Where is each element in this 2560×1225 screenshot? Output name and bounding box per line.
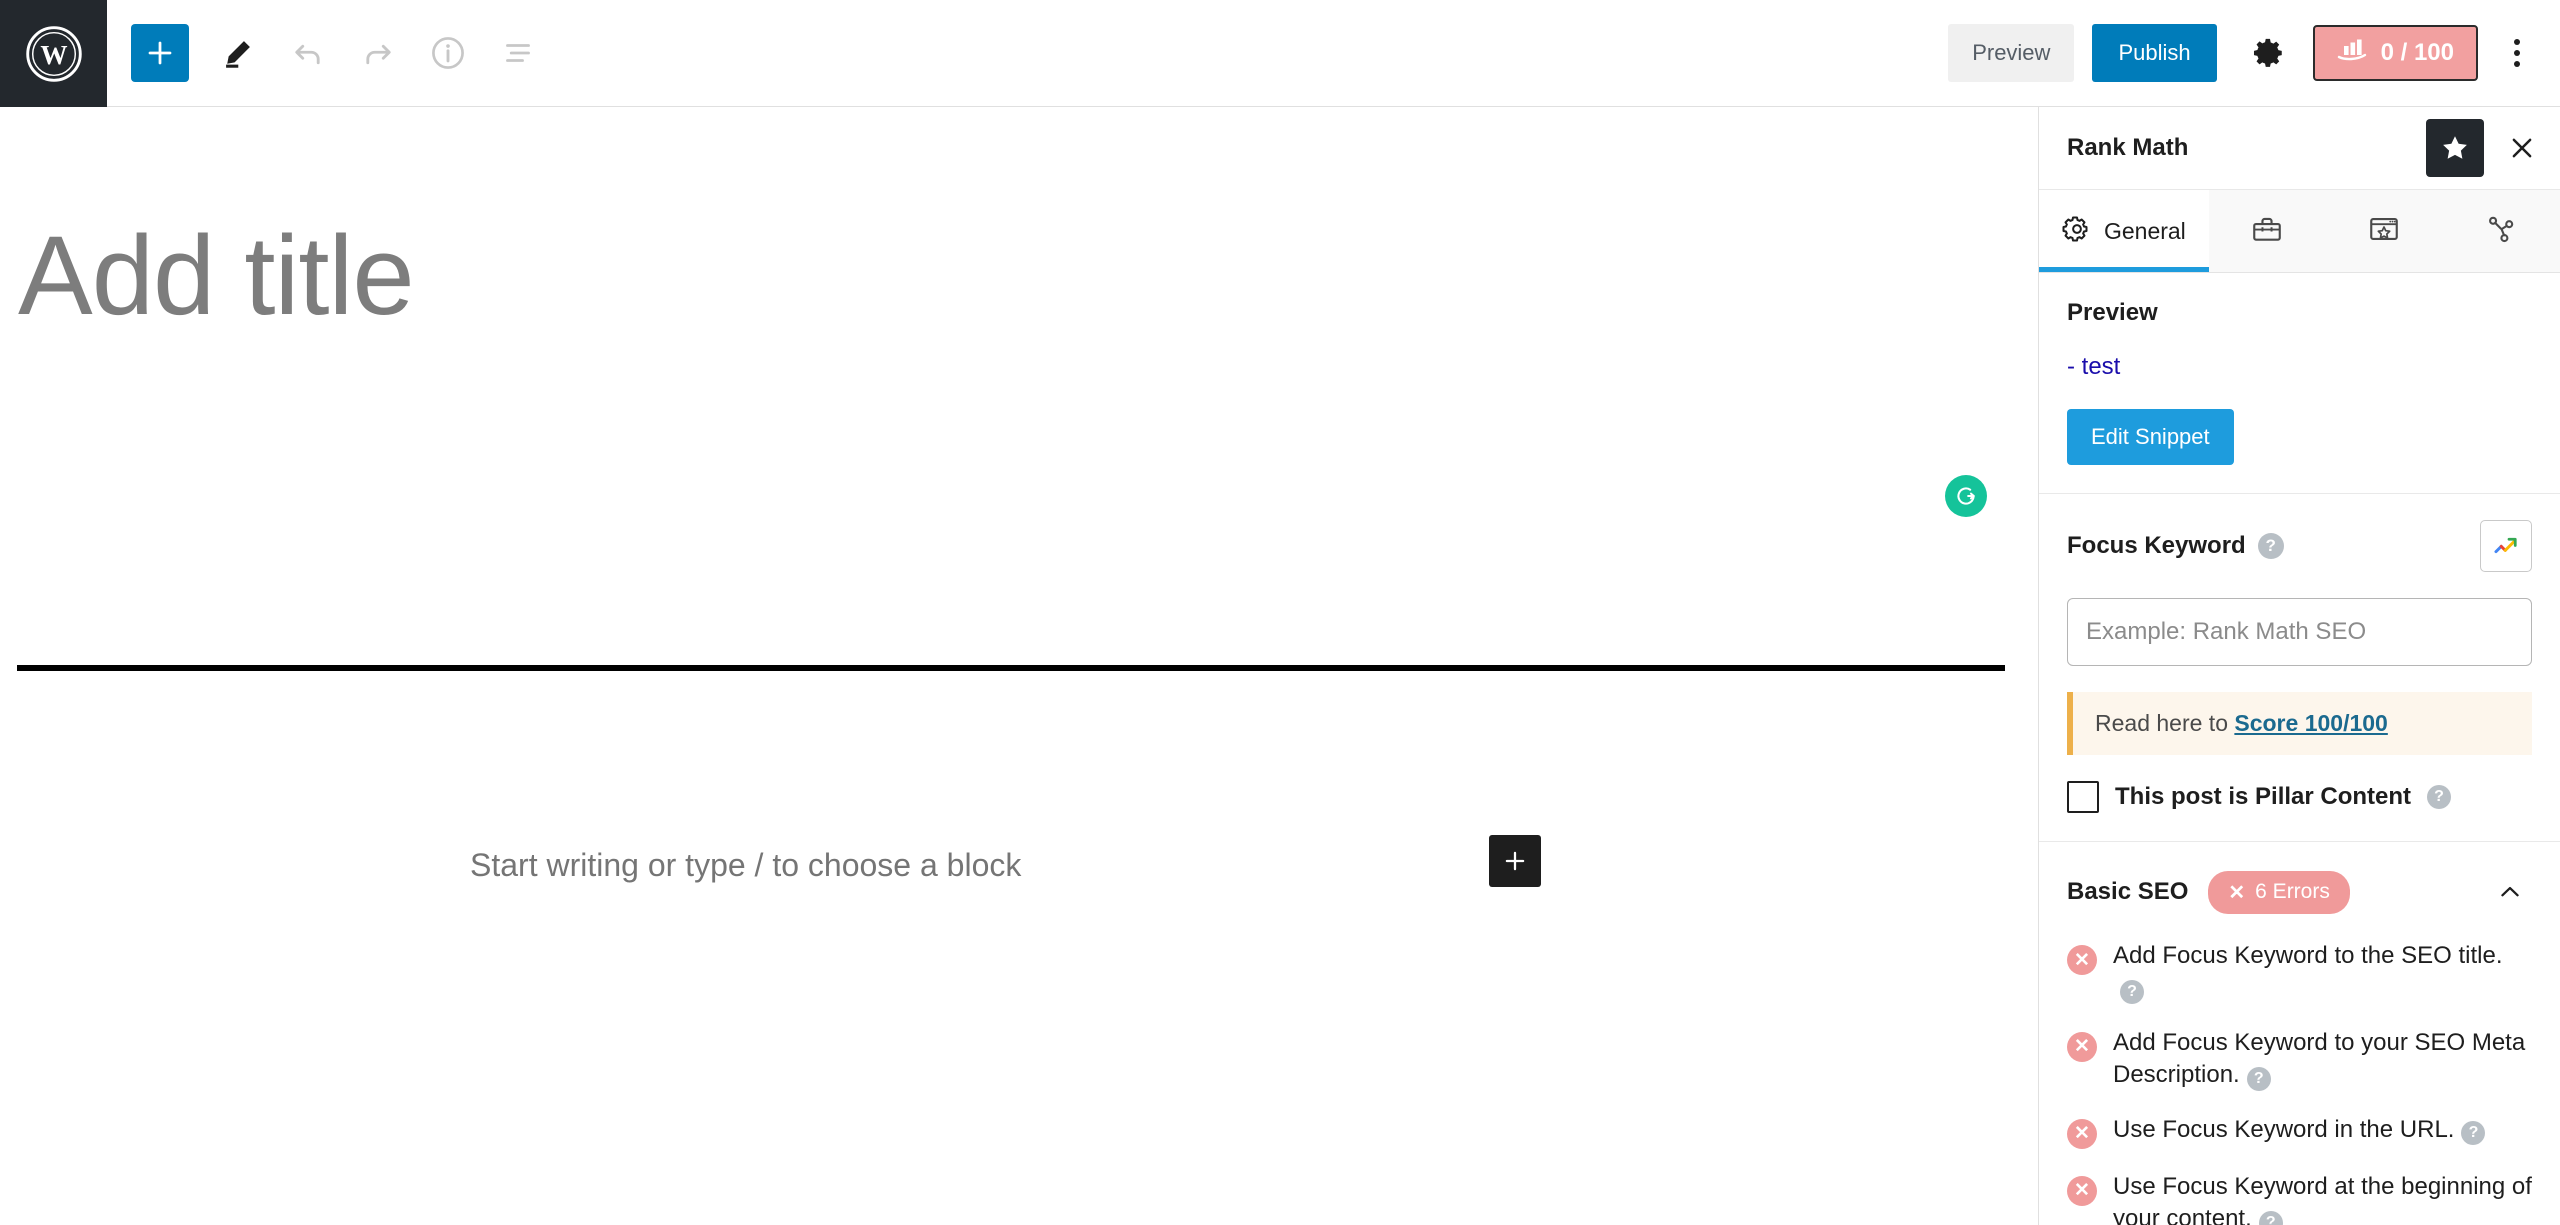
list-item-text: Use Focus Keyword at the beginning of yo… xyxy=(2113,1171,2532,1225)
basic-seo-error-list: ✕ Add Focus Keyword to the SEO title.? ✕… xyxy=(2039,940,2560,1225)
score-notice-prefix: Read here to xyxy=(2095,710,2235,736)
social-share-icon xyxy=(2484,212,2518,251)
title-divider xyxy=(17,665,2005,671)
list-item-help-icon[interactable]: ? xyxy=(2120,980,2144,1005)
list-item-help-icon[interactable]: ? xyxy=(2258,1210,2283,1225)
list-item: ✕ Add Focus Keyword to your SEO Meta Des… xyxy=(2067,1027,2532,1092)
sidebar-content: Preview - test Edit Snippet Focus Keywor… xyxy=(2039,273,2560,1225)
redo-button[interactable] xyxy=(343,18,413,88)
add-block-button[interactable] xyxy=(131,24,189,82)
snippet-preview-title[interactable]: - test xyxy=(2067,353,2532,381)
basic-seo-title: Basic SEO xyxy=(2067,878,2189,905)
list-item: ✕ Use Focus Keyword at the beginning of … xyxy=(2067,1171,2532,1225)
info-icon[interactable] xyxy=(413,18,483,88)
focus-keyword-header: Focus Keyword ? xyxy=(2067,520,2532,572)
rank-math-sidebar: Rank Math General Preview - test Edit Sn… xyxy=(2038,107,2560,1225)
sidebar-tabs: General xyxy=(2039,190,2560,273)
tab-general-label: General xyxy=(2103,217,2186,244)
block-placeholder-text[interactable]: Start writing or type / to choose a bloc… xyxy=(470,847,1021,884)
list-item: ✕ Use Focus Keyword in the URL.? xyxy=(2067,1114,2532,1149)
svg-text:W: W xyxy=(40,39,67,69)
error-icon: ✕ xyxy=(2067,945,2097,975)
tab-general[interactable]: General xyxy=(2039,190,2209,272)
publish-button[interactable]: Publish xyxy=(2092,24,2217,82)
preview-heading: Preview xyxy=(2067,299,2158,326)
error-icon: ✕ xyxy=(2067,1118,2097,1149)
score-notice: Read here to Score 100/100 xyxy=(2067,692,2532,755)
pillar-content-row: This post is Pillar Content ? xyxy=(2067,781,2532,813)
wordpress-logo-icon[interactable]: W xyxy=(0,0,107,107)
list-item-text: Use Focus Keyword in the URL.? xyxy=(2113,1114,2486,1146)
error-x-glyph: ✕ xyxy=(2228,881,2246,904)
list-item: ✕ Add Focus Keyword to the SEO title.? xyxy=(2067,940,2532,1005)
tab-schema[interactable] xyxy=(2326,190,2443,272)
edit-snippet-button[interactable]: Edit Snippet xyxy=(2067,409,2234,465)
list-item-help-icon[interactable]: ? xyxy=(2461,1121,2486,1146)
basic-seo-section: Basic SEO ✕ 6 Errors ✕ Add Focus Keyword… xyxy=(2039,842,2560,1225)
focus-keyword-help-icon[interactable]: ? xyxy=(2257,533,2284,559)
tab-social[interactable] xyxy=(2443,190,2560,272)
chevron-up-icon[interactable] xyxy=(2488,870,2532,914)
preview-button[interactable]: Preview xyxy=(1948,24,2075,82)
google-trends-icon[interactable] xyxy=(2480,520,2532,572)
seo-score-badge[interactable]: 0 / 100 xyxy=(2312,25,2478,81)
error-icon: ✕ xyxy=(2067,1031,2097,1062)
sidebar-panel-title: Rank Math xyxy=(2067,134,2189,161)
close-icon[interactable] xyxy=(2498,124,2546,172)
error-icon: ✕ xyxy=(2067,1175,2097,1206)
toolbar-right-group: Preview Publish 0 / 100 xyxy=(1948,0,2560,106)
seo-score-value: 0 / 100 xyxy=(2380,39,2454,66)
basic-seo-header[interactable]: Basic SEO ✕ 6 Errors xyxy=(2039,842,2560,940)
toolbar-left-group xyxy=(107,0,553,106)
score-notice-link[interactable]: Score 100/100 xyxy=(2234,710,2387,736)
list-item-text: Add Focus Keyword to your SEO Meta Descr… xyxy=(2113,1027,2532,1092)
post-title-placeholder[interactable]: Add title xyxy=(18,212,2038,341)
pillar-content-checkbox[interactable] xyxy=(2067,781,2099,813)
snippet-preview-section: Preview - test Edit Snippet xyxy=(2039,273,2560,494)
focus-keyword-section: Focus Keyword ? Example: Rank Math SEO R… xyxy=(2039,494,2560,842)
pillar-content-label: This post is Pillar Content xyxy=(2115,783,2412,810)
seo-score-icon xyxy=(2337,37,2367,70)
grammarly-icon[interactable] xyxy=(1945,475,1987,517)
tab-advanced[interactable] xyxy=(2209,190,2326,272)
sidebar-header: Rank Math xyxy=(2039,107,2560,190)
schema-icon xyxy=(2367,212,2401,251)
list-item-help-icon[interactable]: ? xyxy=(2246,1066,2271,1091)
list-view-icon[interactable] xyxy=(483,18,553,88)
editor-canvas: Add title Start writing or type / to cho… xyxy=(0,107,2038,1225)
empty-block-row: Start writing or type / to choose a bloc… xyxy=(0,835,2005,895)
pillar-content-help-icon[interactable]: ? xyxy=(2427,785,2452,809)
list-item-text: Add Focus Keyword to the SEO title.? xyxy=(2113,940,2532,1005)
wordpress-block-editor: W Preview Publish 0 / 100 Add title Star… xyxy=(0,0,2560,1225)
focus-keyword-input[interactable] xyxy=(2067,598,2532,666)
kebab-menu-icon[interactable] xyxy=(2492,23,2542,83)
edit-tool-button[interactable] xyxy=(203,18,273,88)
editor-body: Add title Start writing or type / to cho… xyxy=(0,107,2560,1225)
basic-seo-error-badge: ✕ 6 Errors xyxy=(2208,870,2350,914)
star-icon[interactable] xyxy=(2426,119,2484,177)
toolbox-icon xyxy=(2250,212,2284,251)
undo-button[interactable] xyxy=(273,18,343,88)
focus-keyword-label: Focus Keyword xyxy=(2067,532,2246,559)
editor-top-toolbar: W Preview Publish 0 / 100 xyxy=(0,0,2560,107)
settings-gear-icon[interactable] xyxy=(2241,25,2297,81)
block-inserter-button[interactable] xyxy=(1489,835,1541,887)
basic-seo-error-count: 6 Errors xyxy=(2255,880,2330,903)
gear-icon xyxy=(2062,214,2092,249)
